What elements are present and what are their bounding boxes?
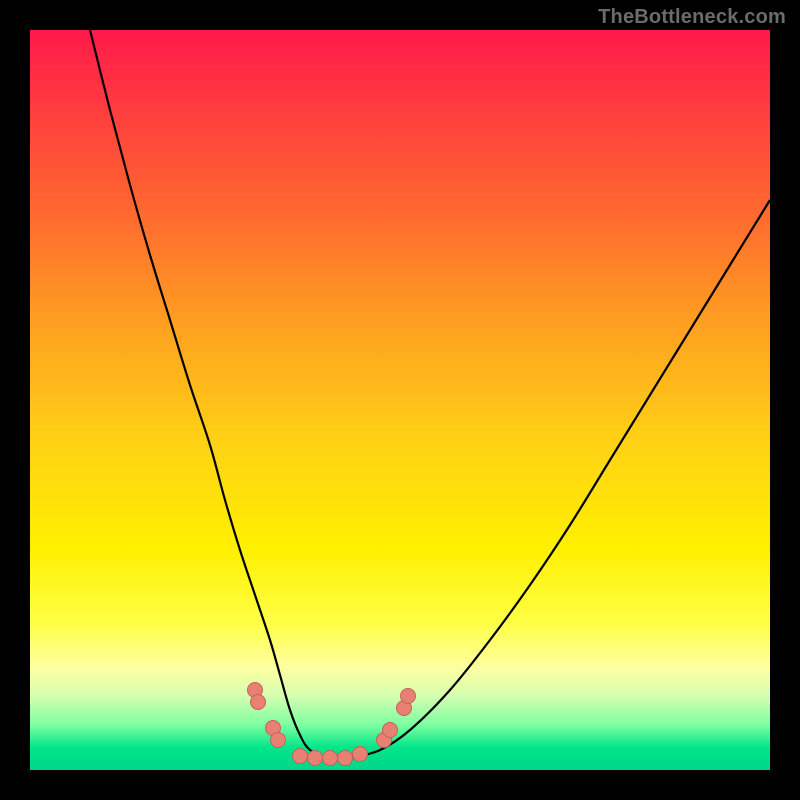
curve-marker (383, 723, 398, 738)
plot-area (30, 30, 770, 770)
curve-marker (308, 751, 323, 766)
chart-frame: TheBottleneck.com (0, 0, 800, 800)
bottleneck-curve (90, 30, 770, 760)
curve-marker (271, 733, 286, 748)
curve-marker (353, 747, 368, 762)
watermark-label: TheBottleneck.com (598, 6, 786, 29)
curve-marker (338, 751, 353, 766)
curve-marker (293, 749, 308, 764)
curve-marker (401, 689, 416, 704)
chart-svg (30, 30, 770, 770)
markers-group (248, 683, 416, 766)
curve-marker (251, 695, 266, 710)
curve-marker (323, 751, 338, 766)
